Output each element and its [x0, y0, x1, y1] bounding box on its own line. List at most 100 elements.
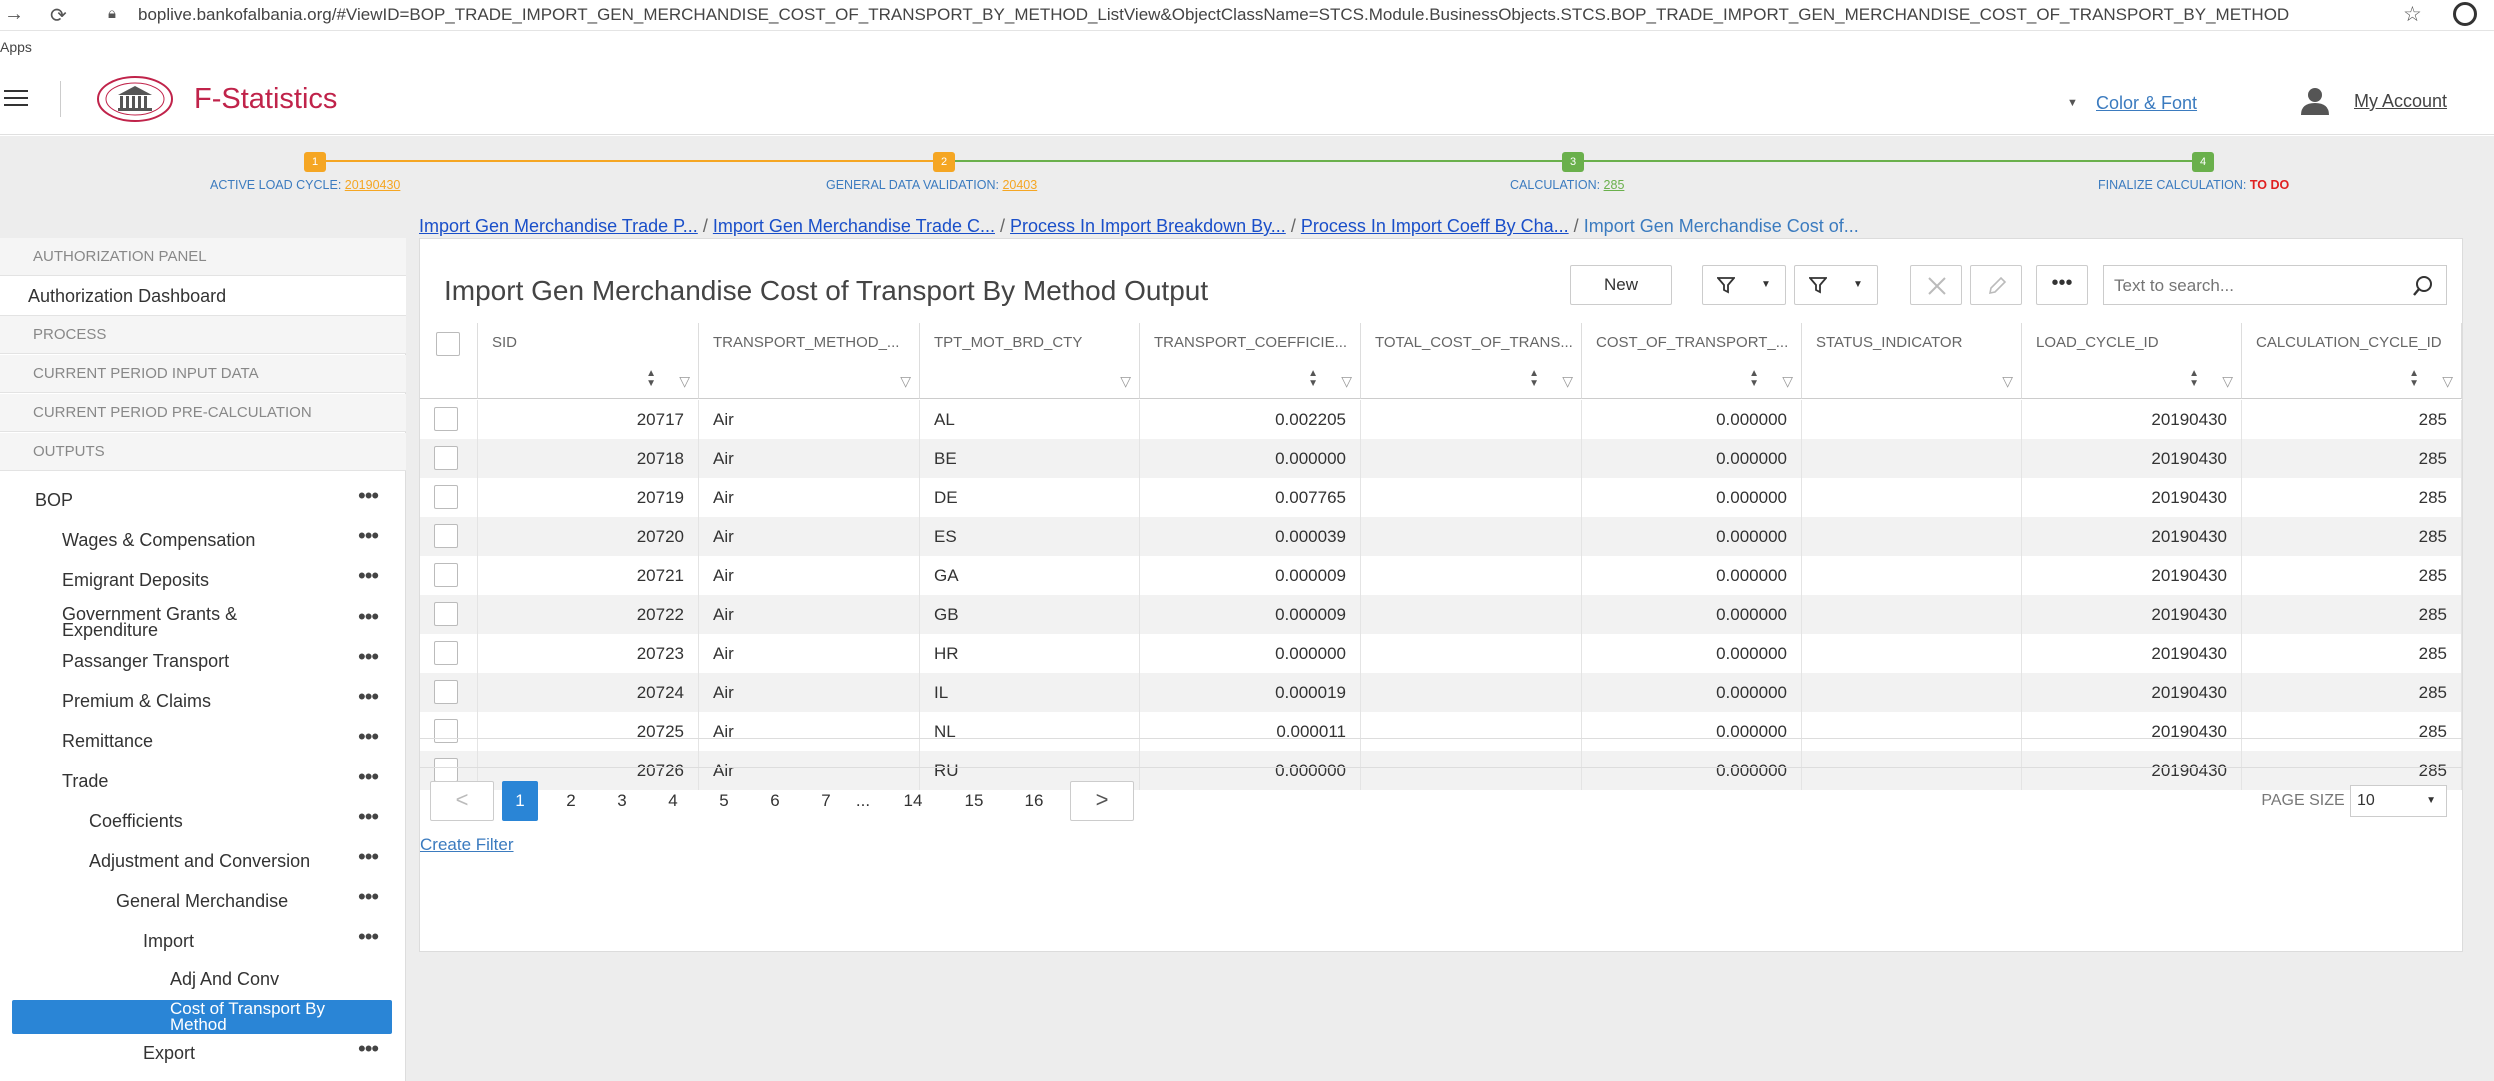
page-button[interactable]: 15 — [956, 781, 992, 821]
table-row[interactable]: 20720 Air ES 0.000039 0.000000 20190430 285 — [420, 517, 2462, 556]
sidebar-item-authorization-dashboard[interactable]: Authorization Dashboard — [0, 276, 406, 316]
column-filter-cell[interactable]: ▽ ▲ ▼ — [1582, 363, 1802, 399]
select-all-checkbox-cell[interactable] — [420, 323, 478, 363]
more-icon[interactable]: ••• — [358, 926, 379, 948]
filter-icon[interactable]: ▽ — [679, 373, 690, 390]
row-checkbox[interactable] — [434, 485, 458, 509]
column-filter-cell[interactable]: ▽ — [1802, 363, 2022, 399]
page-button[interactable]: 14 — [895, 781, 931, 821]
sort-icon[interactable]: ▲ ▼ — [1529, 369, 1539, 389]
search-input[interactable] — [2114, 276, 2404, 296]
table-row[interactable]: 20723 Air HR 0.000000 0.000000 20190430 285 — [420, 634, 2462, 673]
address-bar[interactable]: boplive.bankofalbania.org/#ViewID=BOP_TR… — [138, 5, 2289, 25]
column-filter-cell[interactable]: ▽ ▲ ▼ — [478, 363, 699, 399]
sidebar-section-authorization[interactable]: AUTHORIZATION PANEL — [0, 238, 406, 276]
row-select-cell[interactable] — [420, 439, 478, 478]
breadcrumb-link-4[interactable]: Process In Import Coeff By Cha... — [1301, 216, 1569, 236]
table-row[interactable]: 20717 Air AL 0.002205 0.000000 20190430 285 — [420, 400, 2462, 439]
search-box[interactable] — [2103, 265, 2447, 305]
column-filter-cell[interactable]: ▽ — [920, 363, 1140, 399]
more-actions-button[interactable]: ••• — [2036, 265, 2088, 305]
validation-value[interactable]: 20403 — [1002, 178, 1037, 192]
calculation-value[interactable]: 285 — [1604, 178, 1625, 192]
more-icon[interactable]: ••• — [358, 485, 379, 507]
column-header[interactable]: SID — [478, 323, 699, 363]
row-select-cell[interactable] — [420, 595, 478, 634]
table-row[interactable]: 20721 Air GA 0.000009 0.000000 20190430 285 — [420, 556, 2462, 595]
page-button[interactable]: 16 — [1016, 781, 1052, 821]
column-filter-cell[interactable]: ▽ — [699, 363, 920, 399]
table-row[interactable]: 20719 Air DE 0.007765 0.000000 20190430 285 — [420, 478, 2462, 517]
new-button[interactable]: New — [1570, 265, 1672, 305]
tree-item-adj-and-conv[interactable]: Adj And Conv — [170, 970, 279, 988]
row-checkbox[interactable] — [434, 524, 458, 548]
tree-item-cost-of-transport-selected[interactable]: Cost of Transport By Method — [12, 1000, 392, 1034]
page-size-select[interactable]: 10 ▼ — [2350, 785, 2447, 817]
next-page-button[interactable]: > — [1070, 781, 1134, 821]
sidebar-section-current-input[interactable]: CURRENT PERIOD INPUT DATA — [0, 355, 406, 393]
page-button[interactable]: 1 — [502, 781, 538, 821]
column-header[interactable]: CALCULATION_CYCLE_ID — [2242, 323, 2462, 363]
column-header[interactable]: STATUS_INDICATOR — [1802, 323, 2022, 363]
more-icon[interactable]: ••• — [358, 686, 379, 708]
my-account-link[interactable]: My Account — [2354, 91, 2447, 112]
column-filter-cell[interactable]: ▽ ▲ ▼ — [1140, 363, 1361, 399]
search-icon[interactable] — [2412, 275, 2434, 297]
filter-options-button[interactable]: ▼ — [1794, 265, 1878, 305]
breadcrumb-link-2[interactable]: Import Gen Merchandise Trade C... — [713, 216, 995, 236]
more-icon[interactable]: ••• — [358, 846, 379, 868]
create-filter-link[interactable]: Create Filter — [420, 835, 514, 855]
row-checkbox[interactable] — [434, 758, 458, 782]
table-row[interactable]: 20724 Air IL 0.000019 0.000000 20190430 285 — [420, 673, 2462, 712]
tree-item-premium-claims[interactable]: Premium & Claims — [62, 692, 211, 710]
column-filter-cell[interactable]: ▽ ▲ ▼ — [2242, 363, 2462, 399]
row-select-cell[interactable] — [420, 478, 478, 517]
sort-icon[interactable]: ▲ ▼ — [646, 369, 656, 389]
column-filter-cell[interactable] — [420, 363, 478, 399]
sidebar-section-current-precalc[interactable]: CURRENT PERIOD PRE-CALCULATION — [0, 394, 406, 432]
sidebar-section-outputs[interactable]: OUTPUTS — [0, 433, 406, 471]
column-header[interactable]: COST_OF_TRANSPORT_... — [1582, 323, 1802, 363]
row-checkbox[interactable] — [434, 407, 458, 431]
table-row[interactable]: 20722 Air GB 0.000009 0.000000 20190430 285 — [420, 595, 2462, 634]
page-button[interactable]: 3 — [604, 781, 640, 821]
tree-item-adjustment-conversion[interactable]: Adjustment and Conversion — [89, 852, 310, 870]
page-button[interactable]: 6 — [757, 781, 793, 821]
tree-item-bop[interactable]: BOP — [35, 491, 73, 509]
row-checkbox[interactable] — [434, 446, 458, 470]
tree-item-general-merchandise[interactable]: General Merchandise — [116, 892, 288, 910]
table-row[interactable]: 20725 Air NL 0.000011 0.000000 20190430 285 — [420, 712, 2462, 751]
page-button[interactable]: 2 — [553, 781, 589, 821]
tree-item-government-grants[interactable]: Government Grants & Expenditure — [62, 605, 237, 639]
app-brand[interactable]: F-Statistics — [194, 83, 337, 116]
reload-icon[interactable]: ⟳ — [50, 3, 67, 28]
more-icon[interactable]: ••• — [358, 806, 379, 828]
column-header[interactable]: TRANSPORT_COEFFICIE... — [1140, 323, 1361, 363]
breadcrumb-link-1[interactable]: Import Gen Merchandise Trade P... — [419, 216, 698, 236]
sort-icon[interactable]: ▲ ▼ — [1749, 369, 1759, 389]
filter-icon[interactable]: ▽ — [1120, 373, 1131, 390]
row-checkbox[interactable] — [434, 719, 458, 743]
column-header[interactable]: TRANSPORT_METHOD_... — [699, 323, 920, 363]
more-icon[interactable]: ••• — [358, 606, 379, 628]
row-checkbox[interactable] — [434, 563, 458, 587]
caret-down-icon[interactable]: ▼ — [2067, 97, 2078, 109]
column-header[interactable]: LOAD_CYCLE_ID — [2022, 323, 2242, 363]
user-icon[interactable] — [2300, 87, 2330, 115]
tree-item-remittance[interactable]: Remittance — [62, 732, 153, 750]
page-button[interactable]: 7 — [808, 781, 844, 821]
tree-item-import[interactable]: Import — [143, 932, 194, 950]
more-icon[interactable]: ••• — [358, 646, 379, 668]
row-select-cell[interactable] — [420, 673, 478, 712]
load-cycle-value[interactable]: 20190430 — [345, 178, 401, 192]
tree-item-trade[interactable]: Trade — [62, 772, 108, 790]
sort-icon[interactable]: ▲ ▼ — [2189, 369, 2199, 389]
row-checkbox[interactable] — [434, 641, 458, 665]
tree-item-coefficients[interactable]: Coefficients — [89, 812, 183, 830]
tree-item-wages[interactable]: Wages & Compensation — [62, 531, 255, 549]
row-select-cell[interactable] — [420, 634, 478, 673]
sort-icon[interactable]: ▲ ▼ — [1308, 369, 1318, 389]
forward-icon[interactable]: → — [4, 3, 24, 26]
more-icon[interactable]: ••• — [358, 726, 379, 748]
more-icon[interactable]: ••• — [358, 766, 379, 788]
